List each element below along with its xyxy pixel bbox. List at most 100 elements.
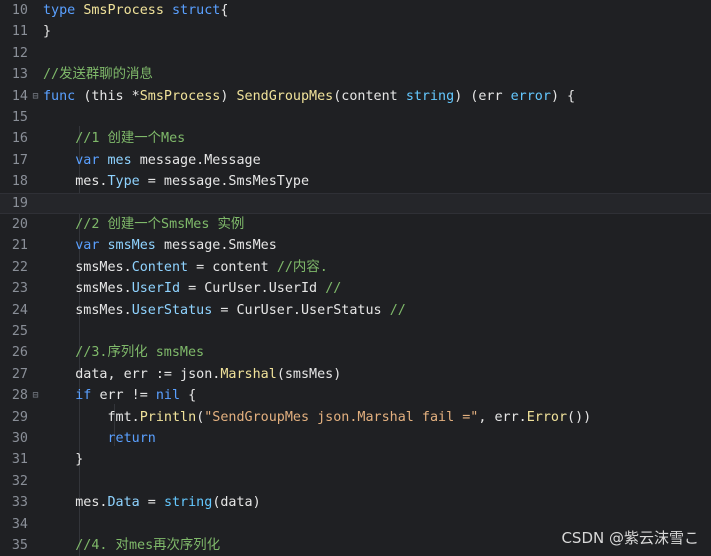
code-token: fmt. [43, 409, 140, 425]
code-line[interactable]: 10 type SmsProcess struct{ [0, 0, 711, 21]
code-token: smsMes. [43, 281, 132, 297]
code-editor[interactable]: 10 type SmsProcess struct{11} 12 13//发送群聊的消… [0, 0, 711, 556]
code-line[interactable]: 13 //发送群聊的消息 [0, 64, 711, 85]
code-text: //4. 对mes再次序列化 [43, 535, 220, 556]
code-text: if err != nil { [43, 385, 196, 406]
code-text: } [43, 449, 83, 470]
code-line[interactable]: 18 mes.Type = message.SmsMesType [0, 171, 711, 192]
code-text: fmt.Println("SendGroupMes json.Marshal f… [43, 407, 591, 428]
line-number: 29 [11, 409, 28, 425]
line-number: 21 [11, 238, 28, 254]
code-token: return [107, 431, 156, 446]
code-line[interactable]: 29 fmt.Println("SendGroupMes json.Marsha… [0, 407, 711, 428]
line-number: 30 [11, 431, 28, 446]
code-token: message.SmsMes [163, 238, 277, 254]
code-token: = message.SmsMesType [139, 174, 310, 190]
code-token: SmsProcess [83, 3, 172, 18]
code-line[interactable]: 16 //1 创建一个Mes [0, 128, 711, 149]
fold-toggle-icon[interactable]: ⊟ [28, 86, 43, 107]
code-token: SmsProcess [139, 88, 221, 104]
code-text: //2 创建一个SmsMes 实例 [43, 214, 244, 235]
code-token: if [75, 388, 100, 404]
fold-toggle-icon[interactable]: ⊟ [28, 385, 43, 406]
code-text: type SmsProcess struct{ [43, 0, 228, 21]
code-line[interactable]: 15 [0, 107, 711, 128]
code-line[interactable]: 11} [0, 21, 711, 42]
code-token: = content [188, 259, 277, 275]
code-line[interactable]: 32 [0, 471, 711, 492]
code-line[interactable]: 14 ⊟ func (this *SmsProcess) SendGroupMes(… [0, 86, 711, 107]
line-number: 10 [11, 3, 28, 18]
code-token: "SendGroupMes json.Marshal fail =" [204, 409, 479, 425]
code-token: ) [220, 88, 237, 104]
code-text: mes.Data = string(data) [43, 492, 261, 513]
code-text: //发送群聊的消息 [43, 64, 153, 85]
code-line[interactable]: 23 smsMes.UserId = CurUser.UserId // [0, 278, 711, 299]
code-line[interactable]: 19 [0, 192, 711, 214]
code-text: //1 创建一个Mes [43, 128, 185, 149]
line-number: 26 [11, 345, 28, 361]
code-token: mes. [43, 495, 108, 511]
code-token: Marshal [220, 366, 277, 382]
code-token: smsMes. [43, 302, 132, 318]
code-token: = CurUser.UserStatus [212, 302, 390, 318]
line-number: 22 [11, 259, 28, 275]
code-token: message.Message [139, 152, 261, 168]
line-number: 35 [11, 538, 28, 553]
code-token: smsMes. [43, 259, 132, 275]
code-token: error [510, 88, 551, 104]
code-line[interactable]: 28 ⊟ if err != nil { [0, 385, 711, 406]
code-token: err != [99, 388, 156, 404]
line-number: 12 [11, 45, 28, 61]
code-text: return [43, 428, 156, 449]
code-token: SendGroupMes [236, 88, 334, 104]
code-line[interactable]: 33 mes.Data = string(data) [0, 492, 711, 513]
code-line[interactable]: 27 data, err := json.Marshal(smsMes) [0, 364, 711, 385]
code-line[interactable]: 22 smsMes.Content = content //内容. [0, 257, 711, 278]
code-token: (data) [212, 495, 261, 511]
code-text: smsMes.UserStatus = CurUser.UserStatus /… [43, 300, 406, 321]
code-line[interactable]: 21 var smsMes message.SmsMes [0, 235, 711, 256]
code-token: data, err := json. [43, 366, 221, 382]
line-number: 24 [11, 302, 28, 318]
code-token: , err. [478, 409, 527, 425]
code-token: struct [172, 3, 221, 18]
code-token: (this * [83, 88, 140, 104]
code-token: (content [333, 88, 406, 104]
code-token: // [389, 302, 406, 318]
code-line[interactable]: 25 [0, 321, 711, 342]
line-number: 17 [11, 152, 28, 168]
code-line[interactable]: 20 //2 创建一个SmsMes 实例 [0, 214, 711, 235]
code-token: //1 创建一个Mes [75, 131, 186, 147]
line-number: 16 [11, 131, 28, 147]
code-token: var [75, 152, 108, 168]
code-token: ()) [567, 409, 592, 425]
code-token: var [75, 238, 108, 254]
code-line[interactable]: 17 var mes message.Message [0, 150, 711, 171]
code-token: func [43, 88, 84, 104]
code-line[interactable]: 26 //3.序列化 smsMes [0, 342, 711, 363]
code-token: { [220, 3, 229, 18]
code-token: ) { [550, 88, 576, 104]
code-text: } [43, 21, 51, 42]
code-token: { [180, 388, 197, 404]
code-token: = [139, 495, 164, 511]
code-token: //4. 对mes再次序列化 [75, 538, 221, 553]
code-text: smsMes.UserId = CurUser.UserId // [43, 278, 341, 299]
code-line[interactable]: 12 [0, 43, 711, 64]
code-text: mes.Type = message.SmsMesType [43, 171, 309, 192]
code-line[interactable]: 31 } [0, 449, 711, 470]
code-text: data, err := json.Marshal(smsMes) [43, 364, 341, 385]
code-line[interactable]: 24 smsMes.UserStatus = CurUser.UserStatu… [0, 300, 711, 321]
code-line[interactable]: 30 return [0, 428, 711, 449]
code-token: //发送群聊的消息 [43, 67, 153, 83]
code-token: mes [107, 152, 140, 168]
